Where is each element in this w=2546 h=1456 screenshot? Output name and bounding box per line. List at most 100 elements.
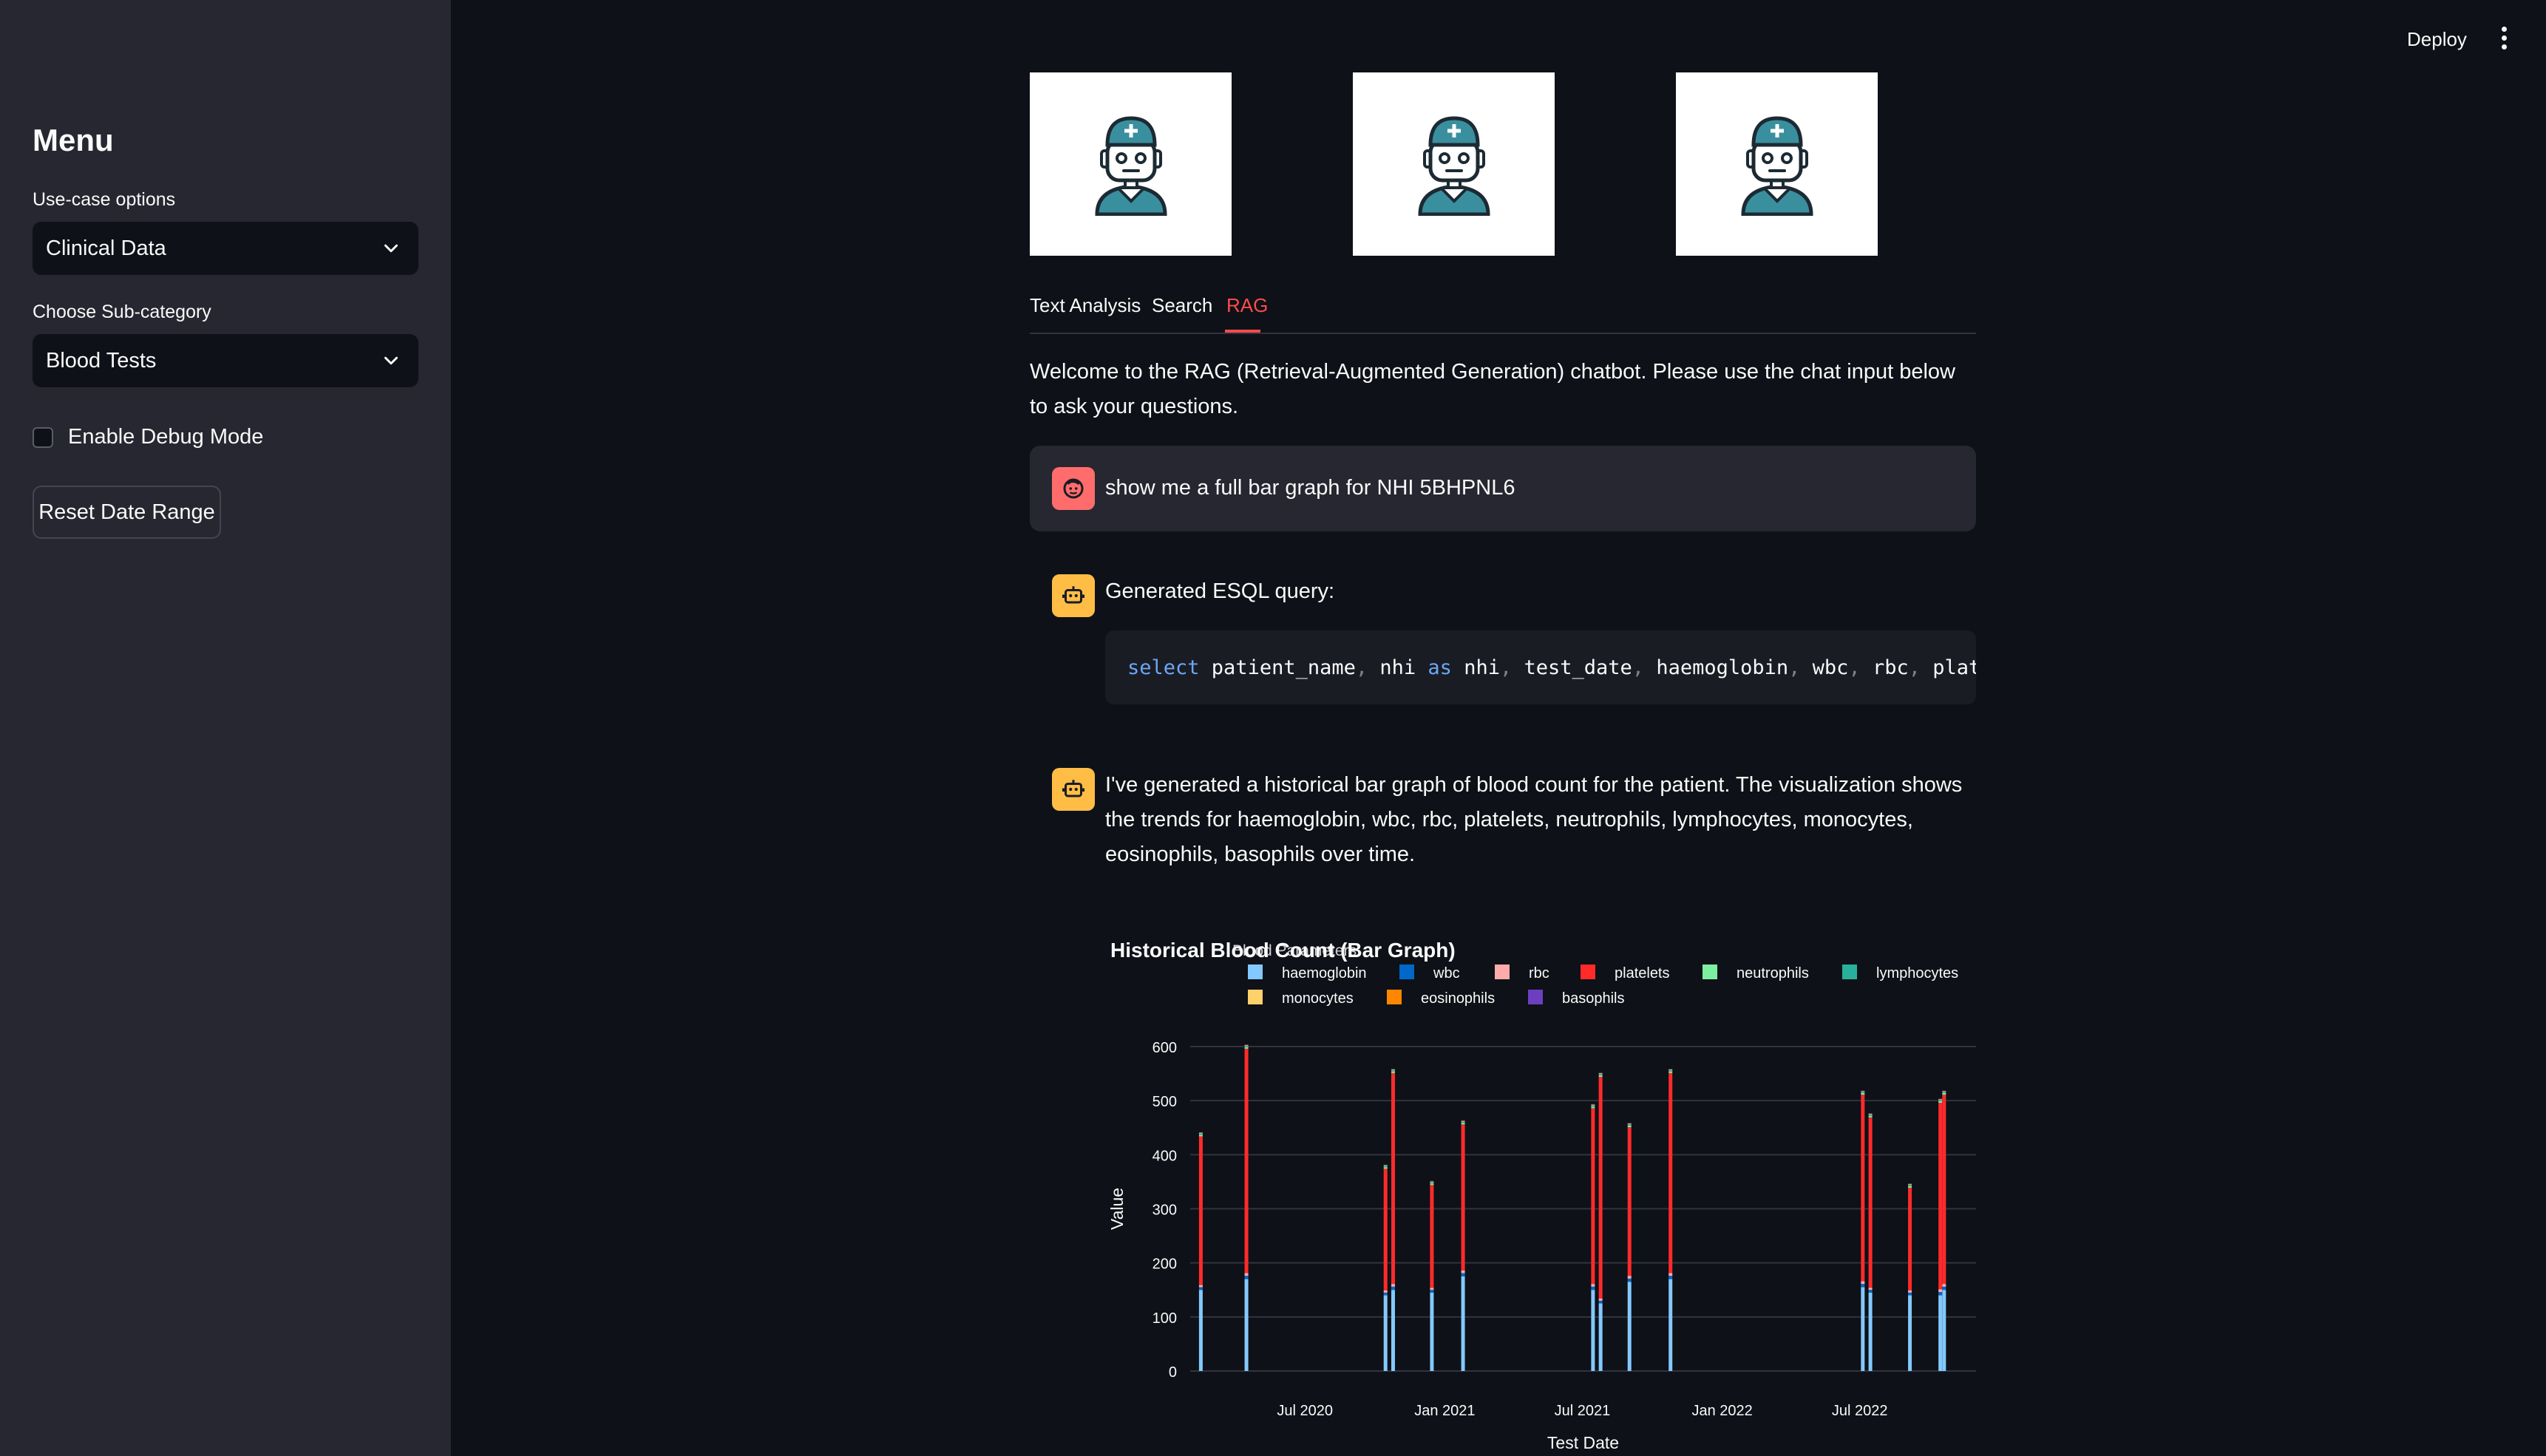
y-tick-label: 500 [1153,1094,1177,1110]
bar-segment [1598,1076,1603,1299]
bar-segment [1383,1292,1388,1296]
bar-segment [1461,1123,1465,1125]
legend-item: neutrophils [1737,965,1809,982]
usecase-select[interactable]: Clinical Data [33,222,418,275]
legend-item: platelets [1615,965,1670,982]
bar-segment [1938,1103,1943,1290]
legend-item: monocytes [1282,990,1354,1007]
legend-item: rbc [1529,965,1549,982]
reset-date-range-button[interactable]: Reset Date Range [33,486,221,539]
kebab-menu-icon[interactable] [2496,27,2511,53]
bar-segment [1598,1303,1603,1371]
bar-segment [1868,1113,1873,1115]
bar-segment [1383,1167,1388,1169]
bar-segment [1868,1115,1873,1117]
bar-segment [1430,1180,1434,1182]
bar-segment [1598,1075,1603,1077]
bar-segment [1908,1185,1912,1188]
bar-segment [1430,1183,1434,1185]
tab-search[interactable]: Search [1152,294,1212,317]
y-axis-label: Value [1107,1188,1127,1230]
debug-mode-toggle[interactable]: Enable Debug Mode [33,425,263,449]
bar-segment [1942,1092,1946,1095]
legend-swatch [1248,990,1263,1004]
bar-segment [1942,1284,1946,1287]
legend-item: eosinophils [1421,990,1495,1007]
bar-segment [1861,1281,1865,1285]
assistant-avatar-icon [1052,574,1095,617]
bar-segment [1938,1295,1943,1371]
bar-segment [1669,1273,1673,1276]
bar-segment [1868,1290,1873,1293]
doctor-robot-icon [1094,116,1167,216]
bar-segment [1391,1072,1395,1285]
usecase-select-value: Clinical Data [46,236,166,260]
bar-segment [1198,1132,1203,1134]
bar-segment [1430,1290,1434,1293]
bar-segment [1430,1287,1434,1290]
x-tick-label: Jan 2021 [1414,1403,1475,1419]
bar-segment [1244,1048,1249,1273]
bar-segment [1908,1295,1912,1371]
bar-segment [1627,1127,1632,1276]
debug-mode-label: Enable Debug Mode [68,425,264,449]
bar-segment [1244,1279,1249,1371]
tab-bar: Text Analysis Search RAG [1030,290,1976,334]
bar-segment [1591,1108,1595,1285]
bar-segment [1861,1092,1865,1095]
subcategory-label: Choose Sub-category [33,302,211,322]
chevron-down-icon [384,244,398,253]
legend-item: basophils [1562,990,1625,1007]
bar-segment [1391,1069,1395,1071]
subcategory-select[interactable]: Blood Tests [33,334,418,387]
sql-code-block: select patient_name, nhi as nhi, test_da… [1105,630,1976,704]
bar-segment [1598,1074,1603,1075]
bar-segment [1669,1071,1673,1073]
doctor-robot-icon [1417,116,1490,216]
active-tab-indicator [1225,330,1260,333]
y-tick-label: 400 [1153,1148,1177,1164]
bar-segment [1627,1125,1632,1128]
chat-message-user: show me a full bar graph for NHI 5BHPNL6 [1030,446,1976,531]
bar-segment [1938,1292,1943,1296]
bar-segment [1461,1270,1465,1273]
bar-segment [1868,1287,1873,1290]
bar-segment [1669,1072,1673,1273]
bar-segment [1627,1282,1632,1371]
debug-mode-checkbox[interactable] [33,426,53,448]
x-tick-label: Jul 2021 [1555,1403,1611,1419]
bar-segment [1598,1300,1603,1304]
bar-segment [1598,1072,1603,1074]
bar-segment [1861,1095,1865,1282]
bar-segment [1942,1286,1946,1290]
y-tick-label: 600 [1153,1040,1177,1056]
bar-segment [1461,1120,1465,1122]
y-tick-label: 100 [1153,1310,1177,1327]
bar-segment [1198,1132,1203,1133]
bar-segment [1244,1046,1249,1047]
sql-code-text: select patient_name, nhi as nhi, test_da… [1127,656,1976,679]
bar-segment [1461,1124,1465,1270]
bar-segment [1861,1284,1865,1287]
assistant-message-text: Generated ESQL query: [1105,579,1335,603]
usecase-label: Use-case options [33,189,176,210]
bar-segment [1908,1290,1912,1293]
bar-segment [1430,1181,1434,1183]
sidebar-title: Menu [33,123,114,157]
tab-rag[interactable]: RAG [1226,294,1268,317]
blood-count-bar-chart: 0 100 200 300 400 500 600 Jul 2020 Jan 2021 Jul 2… [1107,939,1976,1452]
bar-segment [1244,1273,1249,1276]
legend-swatch [1703,965,1717,979]
assistant-message-text: I've generated a historical bar graph of… [1105,773,1963,866]
user-avatar-icon [1052,467,1095,510]
legend-swatch [1528,990,1543,1004]
bar-segment [1391,1284,1395,1287]
bar-segment [1198,1287,1203,1290]
tab-text-analysis[interactable]: Text Analysis [1030,294,1141,317]
chart-title: Historical Blood Count (Bar Graph) [1110,939,1456,962]
bar-segment [1391,1071,1395,1073]
bar-segment [1669,1070,1673,1072]
legend-item: lymphocytes [1876,965,1958,982]
bar-segment [1383,1290,1388,1293]
deploy-button[interactable]: Deploy [2407,28,2467,51]
